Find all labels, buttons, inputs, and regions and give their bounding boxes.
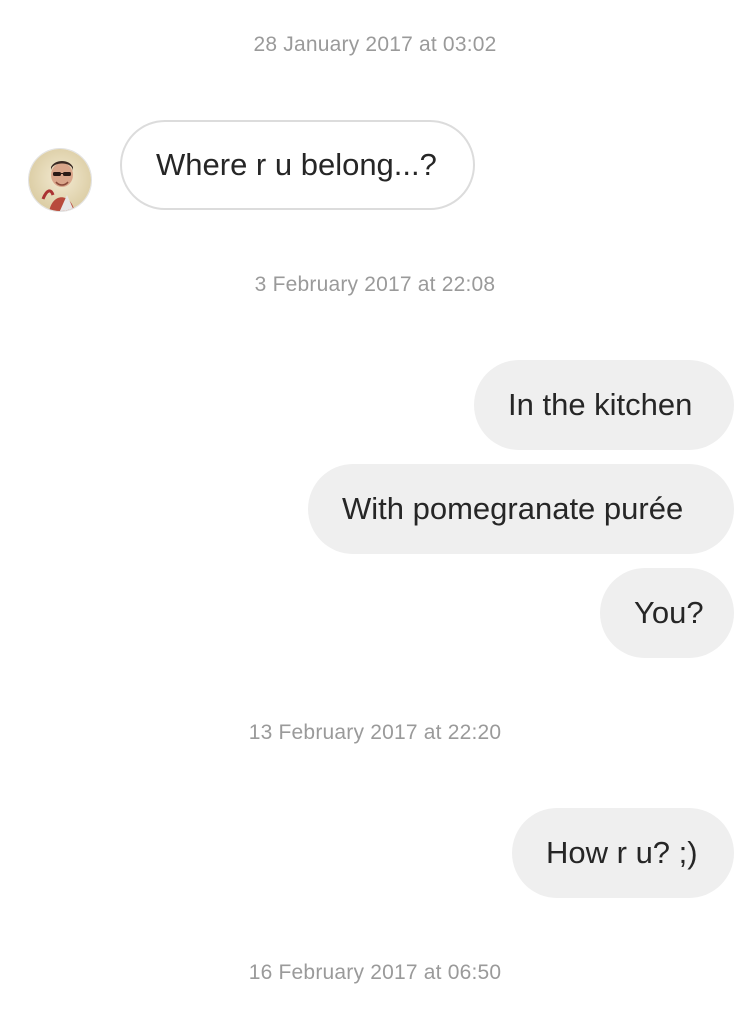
timestamp: 13 February 2017 at 22:20: [248, 721, 502, 744]
timestamp: 16 February 2017 at 06:50: [248, 961, 502, 984]
timestamp: 3 February 2017 at 22:08: [254, 273, 496, 296]
outgoing-message-bubble[interactable]: With pomegranate purée: [308, 464, 734, 554]
sender-avatar[interactable]: [28, 148, 92, 212]
avatar-photo: [29, 149, 91, 211]
outgoing-message-bubble[interactable]: How r u? ;): [512, 808, 734, 898]
outgoing-message-bubble[interactable]: In the kitchen: [474, 360, 734, 450]
outgoing-message-bubble[interactable]: You?: [600, 568, 734, 658]
incoming-message-bubble[interactable]: Where r u belong...?: [120, 120, 475, 210]
timestamp: 28 January 2017 at 03:02: [253, 33, 497, 56]
